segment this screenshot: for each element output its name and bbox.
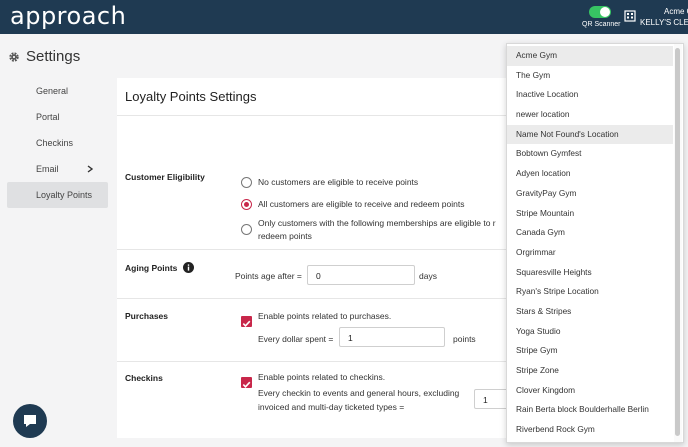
toggle-switch[interactable] (589, 6, 611, 18)
building-icon[interactable] (624, 10, 636, 22)
purchases-checkbox[interactable] (241, 316, 252, 327)
checkins-checkbox-label: Enable points related to checkins. (258, 372, 386, 382)
gear-icon (9, 51, 19, 62)
checkmark-icon (242, 381, 251, 388)
checkins-checkbox[interactable] (241, 377, 252, 388)
nav-item-portal[interactable]: Portal (7, 104, 108, 130)
qr-scanner-toggle[interactable]: QR Scanner (582, 4, 621, 28)
location-option[interactable]: Stripe Gym (507, 341, 673, 361)
location-option[interactable]: Riverbend Rock Gym (507, 420, 673, 440)
radio-membership-label-line2: redeem points (258, 231, 312, 241)
account-name: Acme G (664, 7, 688, 16)
radio-membership-label-line1: Only customers with the following member… (258, 218, 496, 228)
location-option[interactable]: Adyen location (507, 164, 673, 184)
page-header: Settings (8, 48, 80, 65)
aging-prefix: Points age after = (235, 271, 302, 281)
chat-launcher-button[interactable] (13, 404, 47, 438)
radio-membership-customers[interactable] (241, 224, 252, 235)
purchases-unit: points (453, 334, 476, 344)
divider (117, 249, 517, 250)
location-option[interactable]: Bobtown Gymfest (507, 144, 673, 164)
location-list: Acme Gym The Gym Inactive Location newer… (507, 46, 673, 440)
nav-item-general[interactable]: General (7, 78, 108, 104)
aging-label: Aging Points (125, 263, 178, 273)
settings-nav: General Portal Checkins Email Loyalty Po… (7, 78, 108, 208)
checkins-line2: invoiced and multi-day ticketed types = (258, 402, 405, 412)
divider (117, 115, 517, 116)
location-option[interactable]: Stars & Stripes (507, 302, 673, 322)
location-option[interactable]: Squaresville Heights (507, 263, 673, 283)
info-icon[interactable] (183, 262, 194, 273)
page-title: Settings (26, 48, 81, 65)
nav-item-loyalty-points[interactable]: Loyalty Points (7, 182, 108, 208)
qr-scanner-label: QR Scanner (582, 21, 621, 28)
checkmark-icon (242, 320, 251, 327)
location-option[interactable]: Stripe Mountain (507, 204, 673, 224)
scrollbar-thumb[interactable] (675, 48, 680, 436)
location-name: KELLY'S CLEAR (640, 18, 688, 27)
nav-item-checkins[interactable]: Checkins (7, 130, 108, 156)
location-option[interactable]: Acme Gym (507, 46, 673, 66)
location-option[interactable]: Canada Gym (507, 223, 673, 243)
checkins-label: Checkins (125, 373, 163, 383)
purchases-prefix: Every dollar spent = (258, 334, 334, 344)
location-option[interactable]: Clover Kingdom (507, 381, 673, 401)
chevron-right-icon (87, 165, 93, 173)
location-option[interactable]: Rain Berta block Boulderhalle Berlin (507, 400, 673, 420)
radio-all-customers[interactable] (241, 199, 252, 210)
chat-bubble-icon (24, 415, 36, 427)
aging-unit: days (419, 271, 437, 281)
location-dropdown[interactable]: Acme Gym The Gym Inactive Location newer… (506, 43, 684, 443)
eligibility-label: Customer Eligibility (125, 172, 205, 182)
location-option[interactable]: Stripe Zone (507, 361, 673, 381)
radio-no-customers-label: No customers are eligible to receive poi… (258, 177, 419, 187)
radio-no-customers[interactable] (241, 177, 252, 188)
purchases-points-input[interactable]: 1 (339, 327, 445, 347)
location-option[interactable]: Ryan's Stripe Location (507, 282, 673, 302)
dropdown-scrollbar[interactable] (674, 44, 682, 442)
card-title: Loyalty Points Settings (125, 89, 257, 104)
purchases-label: Purchases (125, 311, 168, 321)
location-option[interactable]: Orgrimmar (507, 243, 673, 263)
nav-item-email[interactable]: Email (7, 156, 108, 182)
location-option[interactable]: The Gym (507, 66, 673, 86)
radio-all-customers-label: All customers are eligible to receive an… (258, 199, 465, 209)
loyalty-settings-card: Loyalty Points Settings Customer Eligibi… (117, 78, 517, 438)
location-option[interactable]: Inactive Location (507, 85, 673, 105)
location-option[interactable]: Name Not Found's Location (507, 124, 673, 145)
checkins-line1: Every checkin to events and general hour… (258, 388, 460, 398)
location-option[interactable]: Yoga Studio (507, 322, 673, 342)
top-bar: approach QR Scanner Acme G KELLY'S CLEAR (0, 0, 688, 34)
nav-item-email-label: Email (36, 164, 59, 174)
divider (117, 298, 517, 299)
app-logo[interactable]: approach (10, 2, 126, 30)
aging-days-input[interactable]: 0 (307, 265, 415, 285)
divider (117, 361, 517, 362)
location-option[interactable]: GravityPay Gym (507, 184, 673, 204)
location-option[interactable]: newer location (507, 105, 673, 125)
account-switcher[interactable]: Acme G KELLY'S CLEAR (640, 6, 688, 28)
purchases-checkbox-label: Enable points related to purchases. (258, 311, 392, 321)
